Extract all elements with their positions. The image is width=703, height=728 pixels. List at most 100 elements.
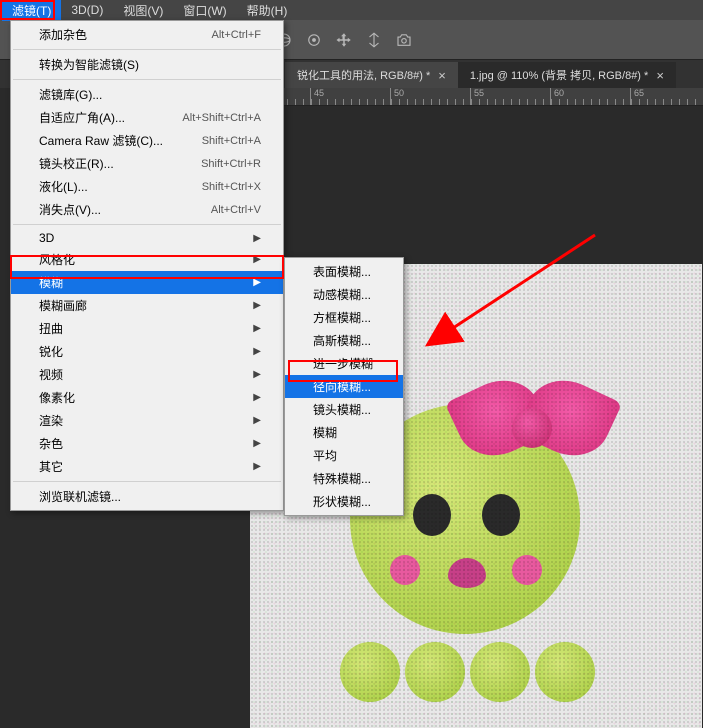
ruler-tick: 55	[470, 88, 550, 105]
menu-item-sharpen[interactable]: 锐化 ▶	[11, 340, 283, 363]
menu-label: 高斯模糊...	[313, 332, 371, 349]
chevron-right-icon: ▶	[253, 300, 261, 311]
menu-item-browse-online[interactable]: 浏览联机滤镜...	[11, 485, 283, 508]
menu-item-blur-gallery[interactable]: 模糊画廊 ▶	[11, 294, 283, 317]
menu-label: 转换为智能滤镜(S)	[39, 56, 139, 73]
menu-item-liquify[interactable]: 液化(L)... Shift+Ctrl+X	[11, 175, 283, 198]
menu-label: 3D	[39, 231, 54, 245]
chevron-right-icon: ▶	[253, 323, 261, 334]
chevron-right-icon: ▶	[253, 369, 261, 380]
menu-item-noise[interactable]: 杂色 ▶	[11, 432, 283, 455]
menu-label: 像素化	[39, 389, 75, 406]
horizontal-ruler: 40 45 50 55 60 65	[230, 88, 703, 106]
menu-label: 进一步模糊	[313, 355, 373, 372]
ruler-tick: 50	[390, 88, 470, 105]
menu-item-lens-correction[interactable]: 镜头校正(R)... Shift+Ctrl+R	[11, 152, 283, 175]
menu-item-camera-raw[interactable]: Camera Raw 滤镜(C)... Shift+Ctrl+A	[11, 129, 283, 152]
close-icon[interactable]: ×	[656, 68, 664, 83]
menu-view[interactable]: 视图(V)	[113, 0, 173, 21]
menubar: 滤镜(T) 3D(D) 视图(V) 窗口(W) 帮助(H)	[0, 0, 703, 20]
menu-item-smart-filter[interactable]: 转换为智能滤镜(S)	[11, 53, 283, 76]
menu-item-other[interactable]: 其它 ▶	[11, 455, 283, 478]
menu-label: 模糊	[39, 274, 63, 291]
menu-label: 风格化	[39, 251, 75, 268]
menu-label: 特殊模糊...	[313, 470, 371, 487]
menu-item-last-filter[interactable]: 添加杂色 Alt+Ctrl+F	[11, 23, 283, 46]
chevron-right-icon: ▶	[253, 233, 261, 244]
menu-help[interactable]: 帮助(H)	[237, 0, 298, 21]
tab-label: 1.jpg @ 110% (背景 拷贝, RGB/8#) *	[470, 67, 648, 83]
close-icon[interactable]: ×	[438, 68, 446, 83]
menu-item-smart-blur[interactable]: 特殊模糊...	[285, 467, 403, 490]
menu-label: 径向模糊...	[313, 378, 371, 395]
menu-label: 浏览联机滤镜...	[39, 488, 121, 505]
menu-label: 动感模糊...	[313, 286, 371, 303]
chevron-right-icon: ▶	[253, 461, 261, 472]
menu-label: 渲染	[39, 412, 63, 429]
menu-label: 表面模糊...	[313, 263, 371, 280]
menu-label: 扭曲	[39, 320, 63, 337]
chevron-right-icon: ▶	[253, 415, 261, 426]
menu-label: 模糊	[313, 424, 337, 441]
document-tab-2[interactable]: 1.jpg @ 110% (背景 拷贝, RGB/8#) * ×	[458, 62, 676, 88]
menu-item-average[interactable]: 平均	[285, 444, 403, 467]
menu-label: 镜头校正(R)...	[39, 155, 114, 172]
menu-item-filter-gallery[interactable]: 滤镜库(G)...	[11, 83, 283, 106]
tab-label: 锐化工具的用法, RGB/8#) *	[297, 67, 430, 83]
menu-item-box-blur[interactable]: 方框模糊...	[285, 306, 403, 329]
document-tab-1[interactable]: 锐化工具的用法, RGB/8#) * ×	[285, 62, 458, 88]
roll-3d-icon[interactable]	[305, 31, 323, 49]
chevron-right-icon: ▶	[253, 438, 261, 449]
menu-shortcut: Shift+Ctrl+A	[202, 135, 261, 147]
menu-shortcut: Alt+Ctrl+V	[211, 204, 261, 216]
ruler-tick: 60	[550, 88, 630, 105]
filter-dropdown: 添加杂色 Alt+Ctrl+F 转换为智能滤镜(S) 滤镜库(G)... 自适应…	[10, 20, 284, 511]
menu-item-motion-blur[interactable]: 动感模糊...	[285, 283, 403, 306]
chevron-right-icon: ▶	[253, 346, 261, 357]
menu-item-blur[interactable]: 模糊 ▶	[11, 271, 283, 294]
menu-item-blur-more[interactable]: 进一步模糊	[285, 352, 403, 375]
slide-3d-icon[interactable]	[365, 31, 383, 49]
menu-item-pixelate[interactable]: 像素化 ▶	[11, 386, 283, 409]
menu-filter[interactable]: 滤镜(T)	[2, 0, 61, 21]
menu-label: 形状模糊...	[313, 493, 371, 510]
menu-item-vanishing-point[interactable]: 消失点(V)... Alt+Ctrl+V	[11, 198, 283, 221]
ruler-tick: 65	[630, 88, 703, 105]
menu-label: 自适应广角(A)...	[39, 109, 125, 126]
menu-item-surface-blur[interactable]: 表面模糊...	[285, 260, 403, 283]
menu-item-render[interactable]: 渲染 ▶	[11, 409, 283, 432]
blur-submenu: 表面模糊... 动感模糊... 方框模糊... 高斯模糊... 进一步模糊 径向…	[284, 257, 404, 516]
chevron-right-icon: ▶	[253, 277, 261, 288]
menu-item-gaussian-blur[interactable]: 高斯模糊...	[285, 329, 403, 352]
menu-label: Camera Raw 滤镜(C)...	[39, 132, 163, 149]
menu-label: 镜头模糊...	[313, 401, 371, 418]
pan-3d-icon[interactable]	[335, 31, 353, 49]
menu-item-blur[interactable]: 模糊	[285, 421, 403, 444]
menu-label: 其它	[39, 458, 63, 475]
menu-label: 模糊画廊	[39, 297, 87, 314]
menu-item-distort[interactable]: 扭曲 ▶	[11, 317, 283, 340]
menu-item-lens-blur[interactable]: 镜头模糊...	[285, 398, 403, 421]
menu-label: 滤镜库(G)...	[39, 86, 102, 103]
menu-item-shape-blur[interactable]: 形状模糊...	[285, 490, 403, 513]
menu-window[interactable]: 窗口(W)	[173, 0, 236, 21]
menu-separator	[13, 79, 281, 80]
menu-shortcut: Alt+Ctrl+F	[211, 29, 261, 41]
menu-3d[interactable]: 3D(D)	[61, 1, 113, 19]
menu-shortcut: Alt+Shift+Ctrl+A	[182, 112, 261, 124]
menu-label: 添加杂色	[39, 26, 87, 43]
menu-separator	[13, 49, 281, 50]
camera-3d-icon[interactable]	[395, 31, 413, 49]
menu-label: 液化(L)...	[39, 178, 88, 195]
menu-item-3d[interactable]: 3D ▶	[11, 228, 283, 248]
menu-label: 平均	[313, 447, 337, 464]
menu-item-radial-blur[interactable]: 径向模糊...	[285, 375, 403, 398]
menu-label: 杂色	[39, 435, 63, 452]
menu-item-adaptive-wide[interactable]: 自适应广角(A)... Alt+Shift+Ctrl+A	[11, 106, 283, 129]
menu-item-video[interactable]: 视频 ▶	[11, 363, 283, 386]
menu-shortcut: Shift+Ctrl+X	[202, 181, 261, 193]
ruler-tick: 45	[310, 88, 390, 105]
menu-item-stylize[interactable]: 风格化 ▶	[11, 248, 283, 271]
menu-label: 视频	[39, 366, 63, 383]
menu-separator	[13, 481, 281, 482]
